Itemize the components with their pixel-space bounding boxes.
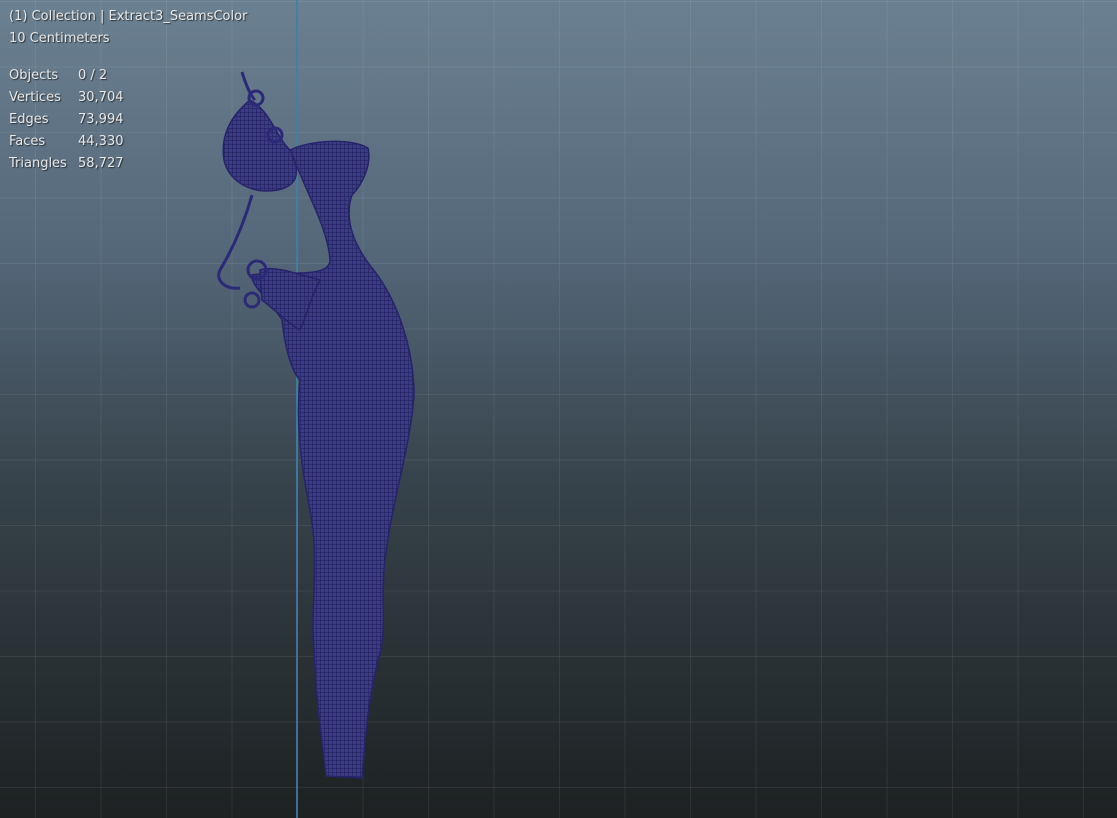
mesh-body bbox=[251, 140, 415, 779]
scene-statistics: Objects 0 / 2 Vertices 30,704 Edges 73,994 … bbox=[9, 65, 124, 175]
stat-edges: Edges 73,994 bbox=[9, 109, 124, 131]
mesh-cup-left bbox=[222, 99, 298, 192]
stat-label: Triangles bbox=[9, 156, 67, 171]
stat-label: Vertices bbox=[9, 90, 61, 105]
stat-value: 0 / 2 bbox=[78, 68, 108, 83]
collection-label: (1) Collection | Extract3_SeamsColor bbox=[9, 9, 248, 24]
stat-faces: Faces 44,330 bbox=[9, 131, 124, 153]
stat-value: 58,727 bbox=[78, 156, 124, 171]
scale-label: 10 Centimeters bbox=[9, 31, 110, 46]
stat-value: 30,704 bbox=[78, 90, 124, 105]
stat-vertices: Vertices 30,704 bbox=[9, 87, 124, 109]
stat-label: Objects bbox=[9, 68, 59, 83]
wireframe-mesh[interactable] bbox=[0, 0, 1117, 818]
stat-triangles: Triangles 58,727 bbox=[9, 153, 124, 175]
stat-label: Faces bbox=[9, 134, 46, 149]
viewport-info: (1) Collection | Extract3_SeamsColor 10 … bbox=[9, 0, 247, 50]
stat-label: Edges bbox=[9, 112, 49, 127]
stat-value: 73,994 bbox=[78, 112, 124, 127]
stat-objects: Objects 0 / 2 bbox=[9, 65, 124, 87]
stat-value: 44,330 bbox=[78, 134, 124, 149]
